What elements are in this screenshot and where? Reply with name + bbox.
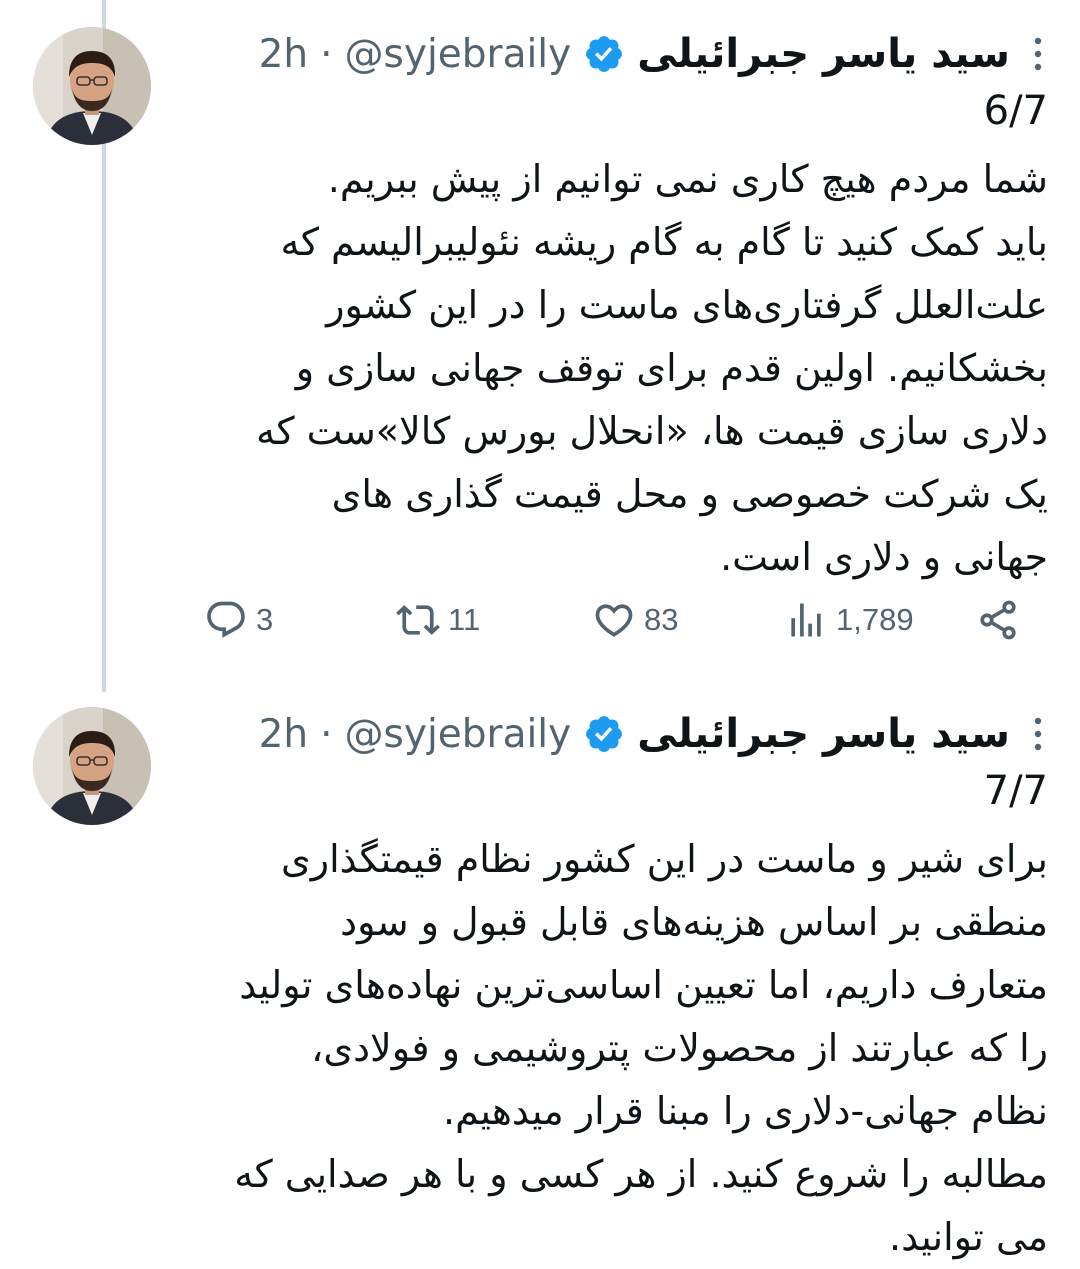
thread-counter: 7/7 [983, 768, 1048, 814]
tweet-header: 2h · @syjebraily سید یاسر جبرائیلی [200, 28, 1010, 80]
tweet-time[interactable]: 2h [259, 712, 309, 757]
reply-icon [207, 601, 245, 638]
views-chart-icon [791, 603, 821, 637]
display-name[interactable]: سید یاسر جبرائیلی [637, 31, 1010, 77]
retweet-count: 11 [448, 602, 481, 637]
reply-button[interactable]: 3 [204, 598, 273, 642]
share-icon [980, 600, 1016, 640]
tweet-actions: 3 11 83 1,789 [200, 590, 1020, 650]
tweet-1[interactable]: 2h · @syjebraily سید یاسر جبرائیلی 6/7 ش… [0, 0, 1080, 680]
avatar-image [33, 27, 151, 145]
meta-separator: · [320, 711, 333, 757]
user-handle[interactable]: @syjebraily [345, 32, 572, 77]
tweet-time[interactable]: 2h [259, 32, 309, 77]
tweet-text: شما مردم هیچ کاری نمی توانیم از پیش ببری… [256, 157, 1048, 579]
views-count: 1,789 [836, 602, 914, 637]
more-vertical-icon[interactable] [1032, 36, 1044, 72]
tweet-text: برای شیر و ماست در این کشور نظام قیمتگذا… [234, 837, 1048, 1259]
tweet-2[interactable]: 2h · @syjebraily سید یاسر جبرائیلی 7/7 ب… [0, 680, 1080, 1263]
verified-badge-icon [586, 36, 623, 72]
retweet-button[interactable]: 11 [396, 598, 480, 642]
reply-count: 3 [256, 602, 274, 637]
like-count: 83 [644, 602, 679, 637]
tweet-header: 2h · @syjebraily سید یاسر جبرائیلی [200, 708, 1010, 760]
meta-separator: · [320, 31, 333, 77]
more-vertical-icon[interactable] [1032, 716, 1044, 752]
avatar[interactable] [33, 707, 151, 825]
like-button[interactable]: 83 [592, 598, 678, 642]
retweet-icon [396, 605, 440, 635]
avatar[interactable] [33, 27, 151, 145]
views-button[interactable]: 1,789 [784, 598, 914, 642]
display-name[interactable]: سید یاسر جبرائیلی [637, 711, 1010, 757]
share-button[interactable] [976, 598, 1020, 642]
heart-icon [595, 604, 633, 637]
verified-badge-icon [586, 716, 623, 752]
thread-counter: 6/7 [983, 88, 1048, 134]
user-handle[interactable]: @syjebraily [345, 712, 572, 757]
avatar-image [33, 707, 151, 825]
